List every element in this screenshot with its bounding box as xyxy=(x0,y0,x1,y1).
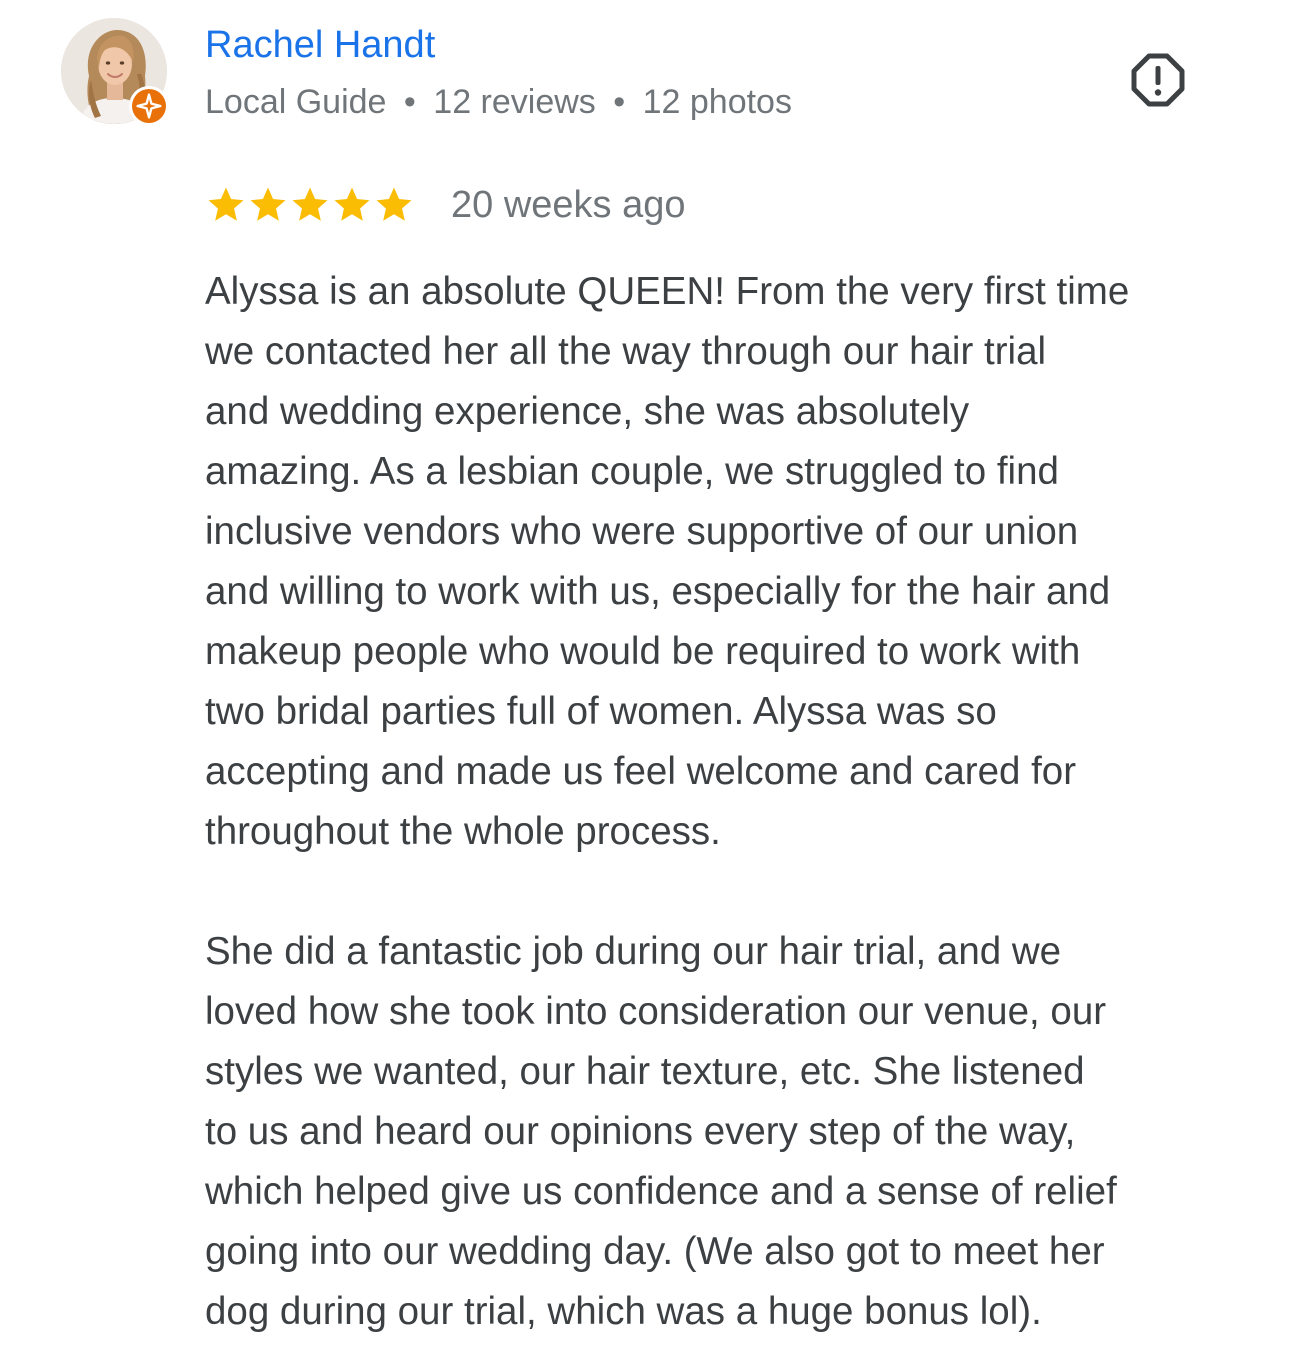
reviewer-name-link[interactable]: Rachel Handt xyxy=(205,22,435,68)
review-text: Alyssa is an absolute QUEEN! From the ve… xyxy=(205,262,1255,1342)
meta-separator: • xyxy=(403,83,416,121)
local-guide-badge xyxy=(129,86,169,126)
review-paragraph-1: Alyssa is an absolute QUEEN! From the ve… xyxy=(205,270,1130,853)
meta-separator: • xyxy=(613,83,626,121)
reviewer-meta: Local Guide • 12 reviews • 12 photos xyxy=(205,80,792,124)
rating-row: 20 weeks ago xyxy=(205,180,686,230)
report-review-button[interactable] xyxy=(1128,50,1188,110)
star-icon xyxy=(208,187,244,221)
star-icon xyxy=(334,187,370,221)
star-icon xyxy=(250,187,286,221)
star-icon xyxy=(376,187,412,221)
local-guide-star-icon xyxy=(136,93,162,119)
photo-count: 12 photos xyxy=(642,83,792,121)
star-icon xyxy=(292,187,328,221)
report-flag-icon xyxy=(1131,53,1185,107)
review-paragraph-2: She did a fantastic job during our hair … xyxy=(205,930,1117,1333)
review-time: 20 weeks ago xyxy=(451,184,686,226)
local-guide-label: Local Guide xyxy=(205,83,387,121)
review-count: 12 reviews xyxy=(433,83,596,121)
star-rating xyxy=(205,184,415,226)
review-card: Rachel Handt Local Guide • 12 reviews • … xyxy=(0,0,1290,1367)
